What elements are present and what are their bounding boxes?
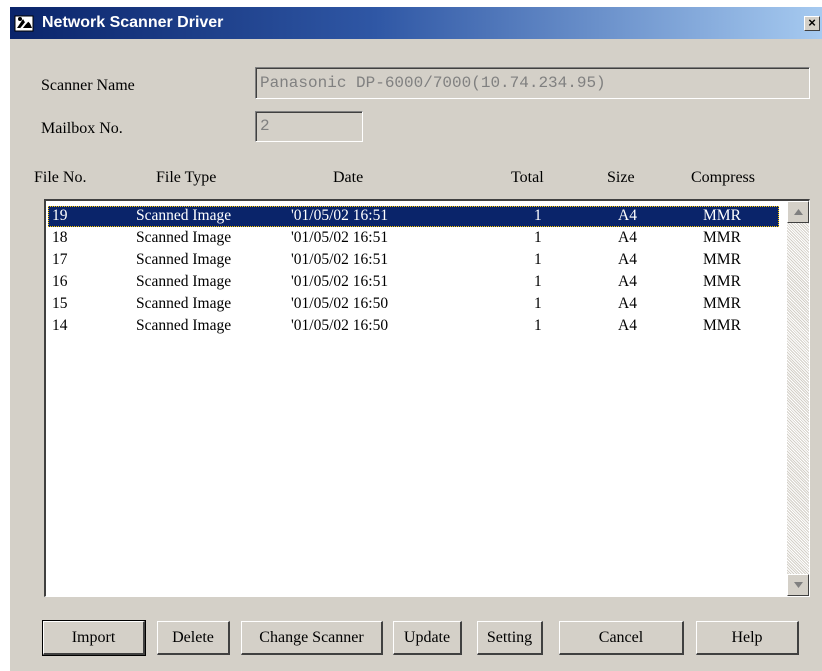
cell-date: '01/05/02 16:51	[291, 273, 389, 290]
cell-size: A4	[618, 317, 637, 334]
scanner-name-label: Scanner Name	[41, 77, 135, 94]
cell-file-no: 16	[52, 273, 68, 290]
cell-compress: MMR	[703, 273, 741, 290]
cell-file-no: 17	[52, 251, 68, 268]
cell-date: '01/05/02 16:51	[291, 207, 389, 224]
table-row[interactable]: 14 Scanned Image '01/05/02 16:50 1 A4 MM…	[48, 316, 779, 337]
mailbox-no-label: Mailbox No.	[41, 120, 123, 137]
title-bar[interactable]: Network Scanner Driver ×	[10, 7, 822, 39]
file-list[interactable]: 19 Scanned Image '01/05/02 16:51 1 A4 MM…	[44, 199, 810, 597]
table-row[interactable]: 19 Scanned Image '01/05/02 16:51 1 A4 MM…	[48, 206, 779, 227]
cell-total: 1	[534, 251, 542, 268]
column-header-size: Size	[607, 169, 635, 186]
window-title: Network Scanner Driver	[42, 14, 224, 31]
table-row[interactable]: 16 Scanned Image '01/05/02 16:51 1 A4 MM…	[48, 272, 779, 293]
cell-size: A4	[618, 229, 637, 246]
cell-total: 1	[534, 273, 542, 290]
cell-file-type: Scanned Image	[136, 273, 232, 290]
cell-file-no: 14	[52, 317, 68, 334]
cell-total: 1	[534, 295, 542, 312]
table-row[interactable]: 17 Scanned Image '01/05/02 16:51 1 A4 MM…	[48, 250, 779, 271]
scanner-name-field: Panasonic DP-6000/7000(10.74.234.95)	[255, 67, 810, 99]
cell-date: '01/05/02 16:50	[291, 295, 389, 312]
table-row[interactable]: 15 Scanned Image '01/05/02 16:50 1 A4 MM…	[48, 294, 779, 315]
column-header-compress: Compress	[691, 169, 755, 186]
cell-date: '01/05/02 16:51	[291, 251, 389, 268]
column-header-file-no: File No.	[34, 169, 87, 186]
cell-compress: MMR	[703, 229, 741, 246]
cell-file-type: Scanned Image	[136, 251, 232, 268]
cell-compress: MMR	[703, 251, 741, 268]
update-button[interactable]: Update	[393, 621, 462, 655]
file-list-rows: 19 Scanned Image '01/05/02 16:51 1 A4 MM…	[48, 203, 785, 595]
import-button[interactable]: Import	[42, 620, 146, 656]
cell-size: A4	[618, 207, 637, 224]
mailbox-no-field: 2	[255, 111, 363, 142]
cell-compress: MMR	[703, 295, 741, 312]
cell-date: '01/05/02 16:50	[291, 317, 389, 334]
help-button[interactable]: Help	[696, 621, 799, 655]
cell-file-type: Scanned Image	[136, 295, 232, 312]
cell-size: A4	[618, 251, 637, 268]
cancel-button[interactable]: Cancel	[559, 621, 684, 655]
cell-file-type: Scanned Image	[136, 317, 232, 334]
cell-file-no: 19	[52, 207, 68, 224]
cell-size: A4	[618, 295, 637, 312]
cell-total: 1	[534, 229, 542, 246]
column-header-total: Total	[511, 169, 544, 186]
cell-file-type: Scanned Image	[136, 207, 232, 224]
cell-size: A4	[618, 273, 637, 290]
vertical-scrollbar[interactable]	[787, 201, 809, 596]
scroll-up-arrow-icon[interactable]	[787, 201, 809, 223]
column-header-date: Date	[333, 169, 364, 186]
scroll-down-arrow-icon[interactable]	[787, 574, 809, 596]
change-scanner-button[interactable]: Change Scanner	[241, 621, 383, 655]
scanner-app-icon	[14, 15, 34, 32]
close-icon[interactable]: ×	[804, 16, 820, 31]
cell-date: '01/05/02 16:51	[291, 229, 389, 246]
table-row[interactable]: 18 Scanned Image '01/05/02 16:51 1 A4 MM…	[48, 228, 779, 249]
cell-total: 1	[534, 207, 542, 224]
cell-compress: MMR	[703, 207, 741, 224]
cell-file-no: 18	[52, 229, 68, 246]
cell-compress: MMR	[703, 317, 741, 334]
network-scanner-dialog: Network Scanner Driver × Scanner Name Pa…	[9, 6, 822, 671]
column-header-file-type: File Type	[156, 169, 217, 186]
setting-button[interactable]: Setting	[477, 621, 543, 655]
cell-file-type: Scanned Image	[136, 229, 232, 246]
delete-button[interactable]: Delete	[157, 621, 230, 655]
cell-file-no: 15	[52, 295, 68, 312]
cell-total: 1	[534, 317, 542, 334]
